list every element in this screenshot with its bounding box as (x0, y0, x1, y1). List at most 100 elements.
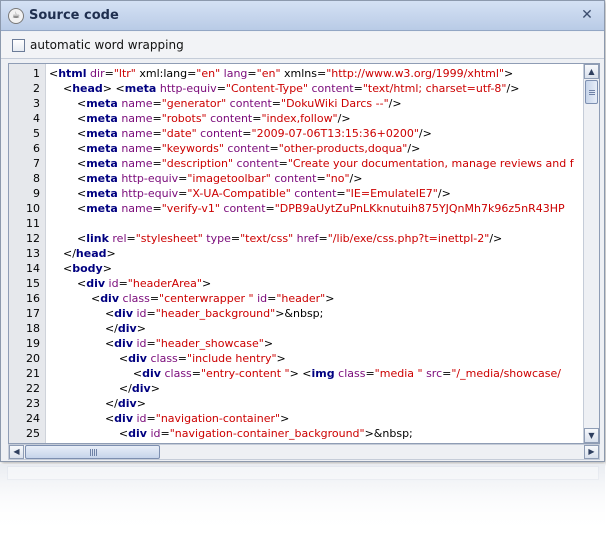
scroll-right-button[interactable]: ▶ (584, 445, 599, 459)
code-text: = (191, 367, 201, 380)
code-text: > < (289, 367, 312, 380)
code-text: = (149, 292, 160, 305)
attribute-name: content (311, 82, 354, 95)
scroll-left-button[interactable]: ◀ (9, 445, 24, 459)
code-text: = (152, 157, 162, 170)
code-text: > (325, 292, 335, 305)
line-number: 21 (26, 367, 40, 380)
code-content: <meta name="keywords" content="other-pro… (49, 141, 584, 156)
attribute-value: "robots" (161, 112, 207, 125)
line-number: 11 (26, 217, 40, 230)
attribute-name: id (136, 307, 147, 320)
code-text: = (126, 232, 136, 245)
code-text: < (49, 112, 87, 125)
attribute-value: "verify-v1" (161, 202, 220, 215)
code-line: 19 <div id="header_showcase"> (9, 336, 584, 351)
code-text: < (49, 427, 129, 440)
attribute-value: "navigation-container_background" (169, 427, 365, 440)
code-text: = (247, 67, 257, 80)
code-line: 17 <div id="header_background">&nbsp; (9, 306, 584, 321)
attribute-value: "description" (161, 157, 234, 170)
code-text: > (136, 397, 146, 410)
attribute-name: content (294, 187, 337, 200)
code-text: = (152, 142, 162, 155)
vertical-scroll-thumb[interactable] (585, 80, 598, 104)
attribute-name: content (274, 172, 317, 185)
code-text: = (336, 187, 346, 200)
attribute-name: name (121, 127, 153, 140)
attribute-name: content (210, 112, 253, 125)
attribute-name: dir (90, 67, 105, 80)
code-text: = (267, 292, 277, 305)
titlebar[interactable]: ☕ Source code ✕ (1, 1, 604, 31)
word-wrap-label[interactable]: automatic word wrapping (30, 38, 184, 52)
close-button[interactable]: ✕ (579, 7, 595, 23)
code-text: < (49, 232, 87, 245)
code-text: < (49, 307, 115, 320)
horizontal-scrollbar[interactable]: ◀ ▶ (8, 444, 600, 460)
tag-name: meta (86, 202, 118, 215)
code-content: </div> (49, 381, 584, 396)
attribute-name: id (108, 277, 119, 290)
code-text: > (276, 352, 286, 365)
code-text: >&nbsp; (275, 307, 324, 320)
line-number: 9 (33, 187, 40, 200)
attribute-value: "/_media/showcase/ (451, 367, 561, 380)
line-number: 20 (26, 352, 40, 365)
code-line: 11 (9, 216, 584, 231)
code-text: = (216, 82, 226, 95)
tag-name: div (117, 322, 137, 335)
tag-name: meta (86, 97, 118, 110)
vertical-scrollbar[interactable]: ▲ ▼ (583, 64, 599, 443)
code-text: < (49, 292, 101, 305)
code-line: 2 <head> <meta http-equiv="Content-Type"… (9, 81, 584, 96)
attribute-value: "header" (276, 292, 326, 305)
line-number: 23 (26, 397, 40, 410)
tag-name: img (311, 367, 335, 380)
code-content: <div id="headerArea"> (49, 276, 584, 291)
code-content: <div class="centerwrapper " id="header"> (49, 291, 584, 306)
code-text: < (49, 277, 87, 290)
line-number: 8 (33, 172, 40, 185)
source-code-dialog: ☕ Source code ✕ automatic word wrapping … (0, 0, 605, 462)
code-text: < (49, 367, 143, 380)
attribute-value: "header_background" (155, 307, 276, 320)
line-number: 10 (26, 202, 40, 215)
code-line: 7 <meta name="description" content="Crea… (9, 156, 584, 171)
code-text: </ (49, 397, 118, 410)
code-line: 10 <meta name="verify-v1" content="DPB9a… (9, 201, 584, 216)
code-text: < (49, 412, 115, 425)
tag-name: meta (86, 127, 118, 140)
tag-name: meta (86, 172, 118, 185)
tag-name: meta (124, 82, 157, 95)
attribute-name: id (136, 337, 147, 350)
attribute-name: class (164, 367, 192, 380)
code-text: < (49, 337, 115, 350)
attribute-name: class (338, 367, 366, 380)
source-code-view[interactable]: 1 <html dir="ltr" xml:lang="en" lang="en"… (8, 63, 600, 444)
code-text: = (146, 307, 156, 320)
reflection-fade (0, 464, 605, 555)
scroll-up-button[interactable]: ▲ (584, 64, 599, 79)
line-number: 2 (33, 82, 40, 95)
attribute-name: name (121, 112, 153, 125)
scroll-down-button[interactable]: ▼ (584, 428, 599, 443)
horizontal-scroll-thumb[interactable] (25, 445, 160, 459)
attribute-value: "Content-Type" (225, 82, 308, 95)
code-content: <meta name="date" content="2009-07-06T13… (49, 126, 584, 141)
tag-name: meta (86, 142, 118, 155)
tag-name: head (75, 247, 107, 260)
attribute-name: class (122, 292, 150, 305)
grip-line (589, 92, 595, 93)
code-text: = (269, 142, 279, 155)
word-wrap-checkbox[interactable] (12, 39, 25, 52)
code-text: </ (49, 322, 118, 335)
code-text: /> (506, 82, 520, 95)
code-text: /> (418, 127, 432, 140)
code-text: = (118, 277, 128, 290)
attribute-name: id (150, 427, 161, 440)
code-text: = (152, 97, 162, 110)
line-number: 6 (33, 142, 40, 155)
code-text: < (49, 187, 87, 200)
code-text: < (49, 262, 73, 275)
